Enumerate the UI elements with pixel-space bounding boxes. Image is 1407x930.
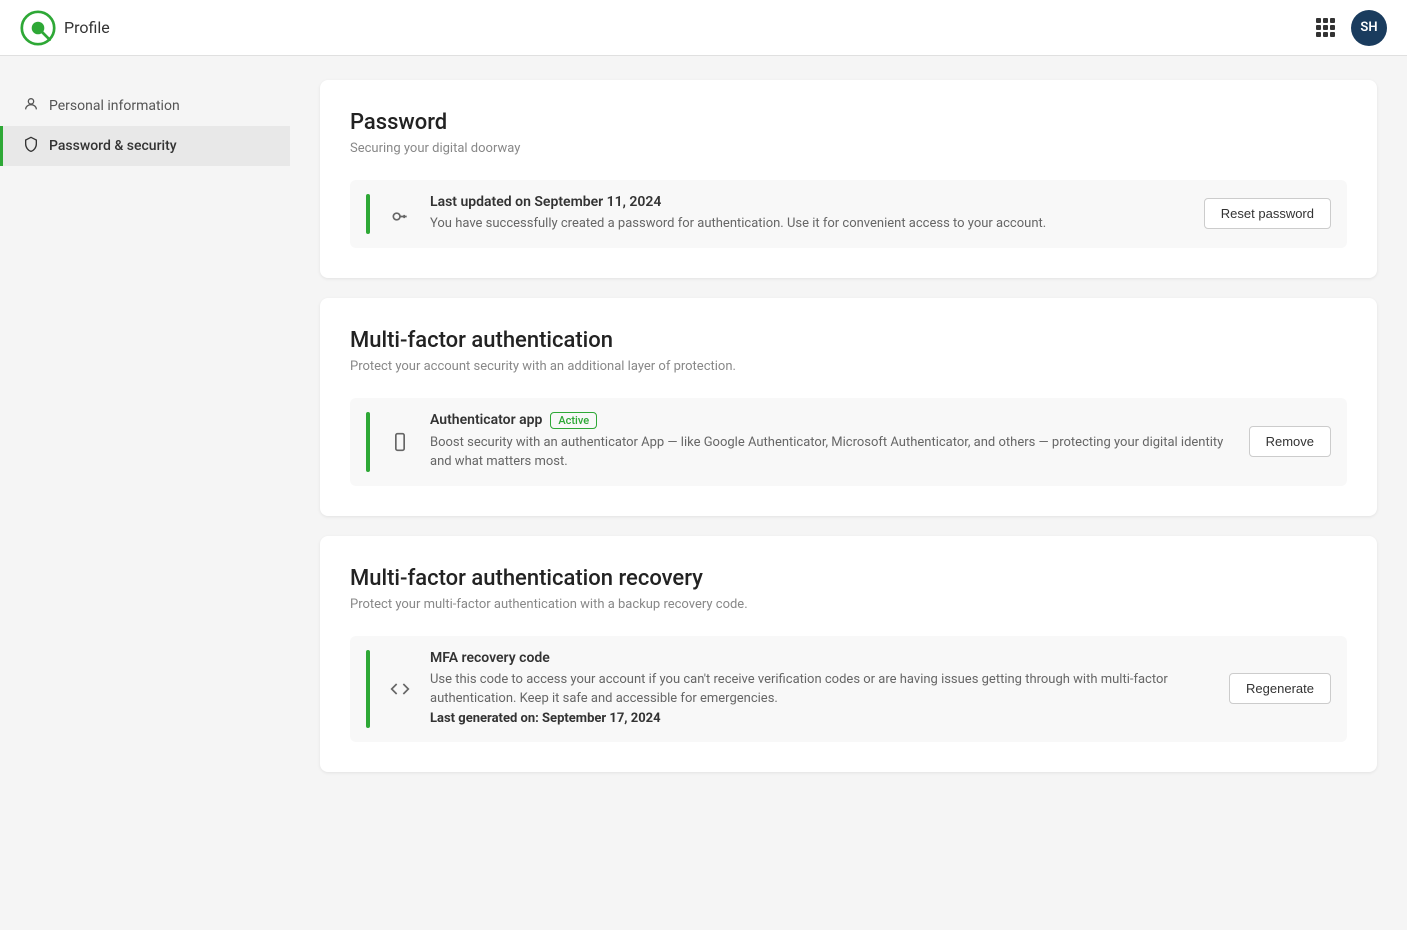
- layout: Personal information Password & security…: [0, 56, 1407, 874]
- mfa-recovery-code-title: MFA recovery code: [430, 650, 1215, 666]
- sidebar-item-label-security: Password & security: [49, 138, 177, 154]
- mfa-recovery-info-row: MFA recovery code Use this code to acces…: [350, 636, 1347, 743]
- sidebar-item-personal-information[interactable]: Personal information: [0, 86, 290, 126]
- remove-mfa-button[interactable]: Remove: [1249, 426, 1331, 457]
- remove-mfa-action: Remove: [1249, 426, 1331, 457]
- active-badge: Active: [550, 412, 597, 429]
- mfa-description: Boost security with an authenticator App…: [430, 433, 1235, 472]
- avatar[interactable]: SH: [1351, 10, 1387, 46]
- password-card: Password Securing your digital doorway L…: [320, 80, 1377, 278]
- mfa-row-accent: [366, 412, 370, 472]
- password-card-title: Password: [350, 110, 1347, 135]
- code-icon: [384, 673, 416, 705]
- header: Profile SH: [0, 0, 1407, 56]
- mfa-recovery-last-generated: Last generated on: September 17, 2024: [430, 711, 661, 726]
- phone-icon: [384, 426, 416, 458]
- person-icon: [23, 96, 39, 116]
- mfa-card-title: Multi-factor authentication: [350, 328, 1347, 353]
- password-last-updated: Last updated on September 11, 2024: [430, 194, 1190, 210]
- mfa-card: Multi-factor authentication Protect your…: [320, 298, 1377, 516]
- mfa-recovery-row-content: MFA recovery code Use this code to acces…: [430, 650, 1215, 729]
- password-info-row: Last updated on September 11, 2024 You h…: [350, 180, 1347, 248]
- header-right: SH: [1316, 10, 1387, 46]
- mfa-recovery-card: Multi-factor authentication recovery Pro…: [320, 536, 1377, 773]
- mfa-row-content: Authenticator app Active Boost security …: [430, 412, 1235, 472]
- shield-icon: [23, 136, 39, 156]
- reset-password-action: Reset password: [1204, 198, 1331, 229]
- header-title: Profile: [64, 18, 110, 37]
- qlik-logo-icon: [20, 10, 56, 46]
- reset-password-button[interactable]: Reset password: [1204, 198, 1331, 229]
- mfa-recovery-row-accent: [366, 650, 370, 729]
- regenerate-button[interactable]: Regenerate: [1229, 673, 1331, 704]
- password-description: You have successfully created a password…: [430, 214, 1190, 234]
- header-left: Profile: [20, 10, 110, 46]
- sidebar: Personal information Password & security: [0, 56, 290, 874]
- mfa-recovery-card-subtitle: Protect your multi-factor authentication…: [350, 597, 1347, 612]
- password-row-accent: [366, 194, 370, 234]
- mfa-info-row: Authenticator app Active Boost security …: [350, 398, 1347, 486]
- mfa-card-subtitle: Protect your account security with an ad…: [350, 359, 1347, 374]
- password-card-subtitle: Securing your digital doorway: [350, 141, 1347, 156]
- qlik-logo: Profile: [20, 10, 110, 46]
- sidebar-item-password-security[interactable]: Password & security: [0, 126, 290, 166]
- password-row-content: Last updated on September 11, 2024 You h…: [430, 194, 1190, 234]
- main-content: Password Securing your digital doorway L…: [290, 56, 1407, 874]
- grid-icon[interactable]: [1316, 18, 1335, 37]
- mfa-recovery-description: Use this code to access your account if …: [430, 670, 1215, 729]
- mfa-recovery-card-title: Multi-factor authentication recovery: [350, 566, 1347, 591]
- key-icon: [384, 198, 416, 230]
- sidebar-item-label-personal: Personal information: [49, 98, 180, 114]
- mfa-authenticator-title: Authenticator app Active: [430, 412, 1235, 429]
- regenerate-action: Regenerate: [1229, 673, 1331, 704]
